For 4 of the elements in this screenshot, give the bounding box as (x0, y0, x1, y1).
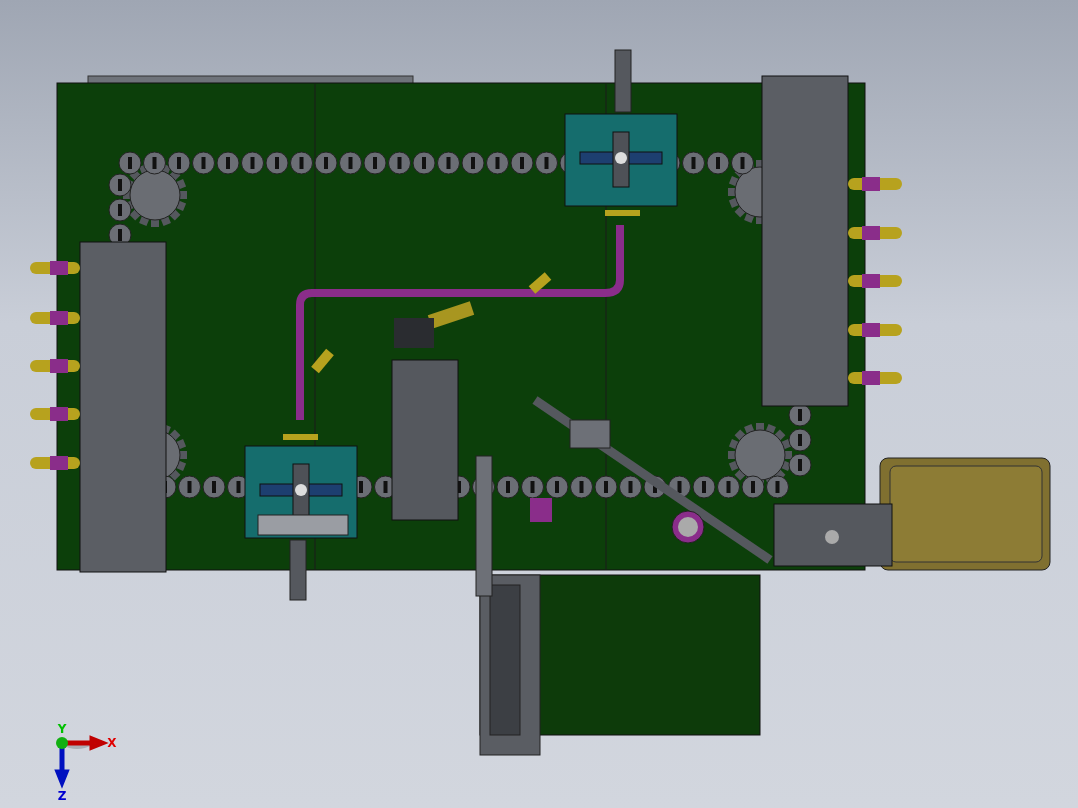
axis-label: Z (57, 789, 67, 803)
axis-label: Y (57, 722, 67, 736)
axis-triad-drawing (54, 735, 109, 789)
axis-label: X (107, 736, 117, 750)
